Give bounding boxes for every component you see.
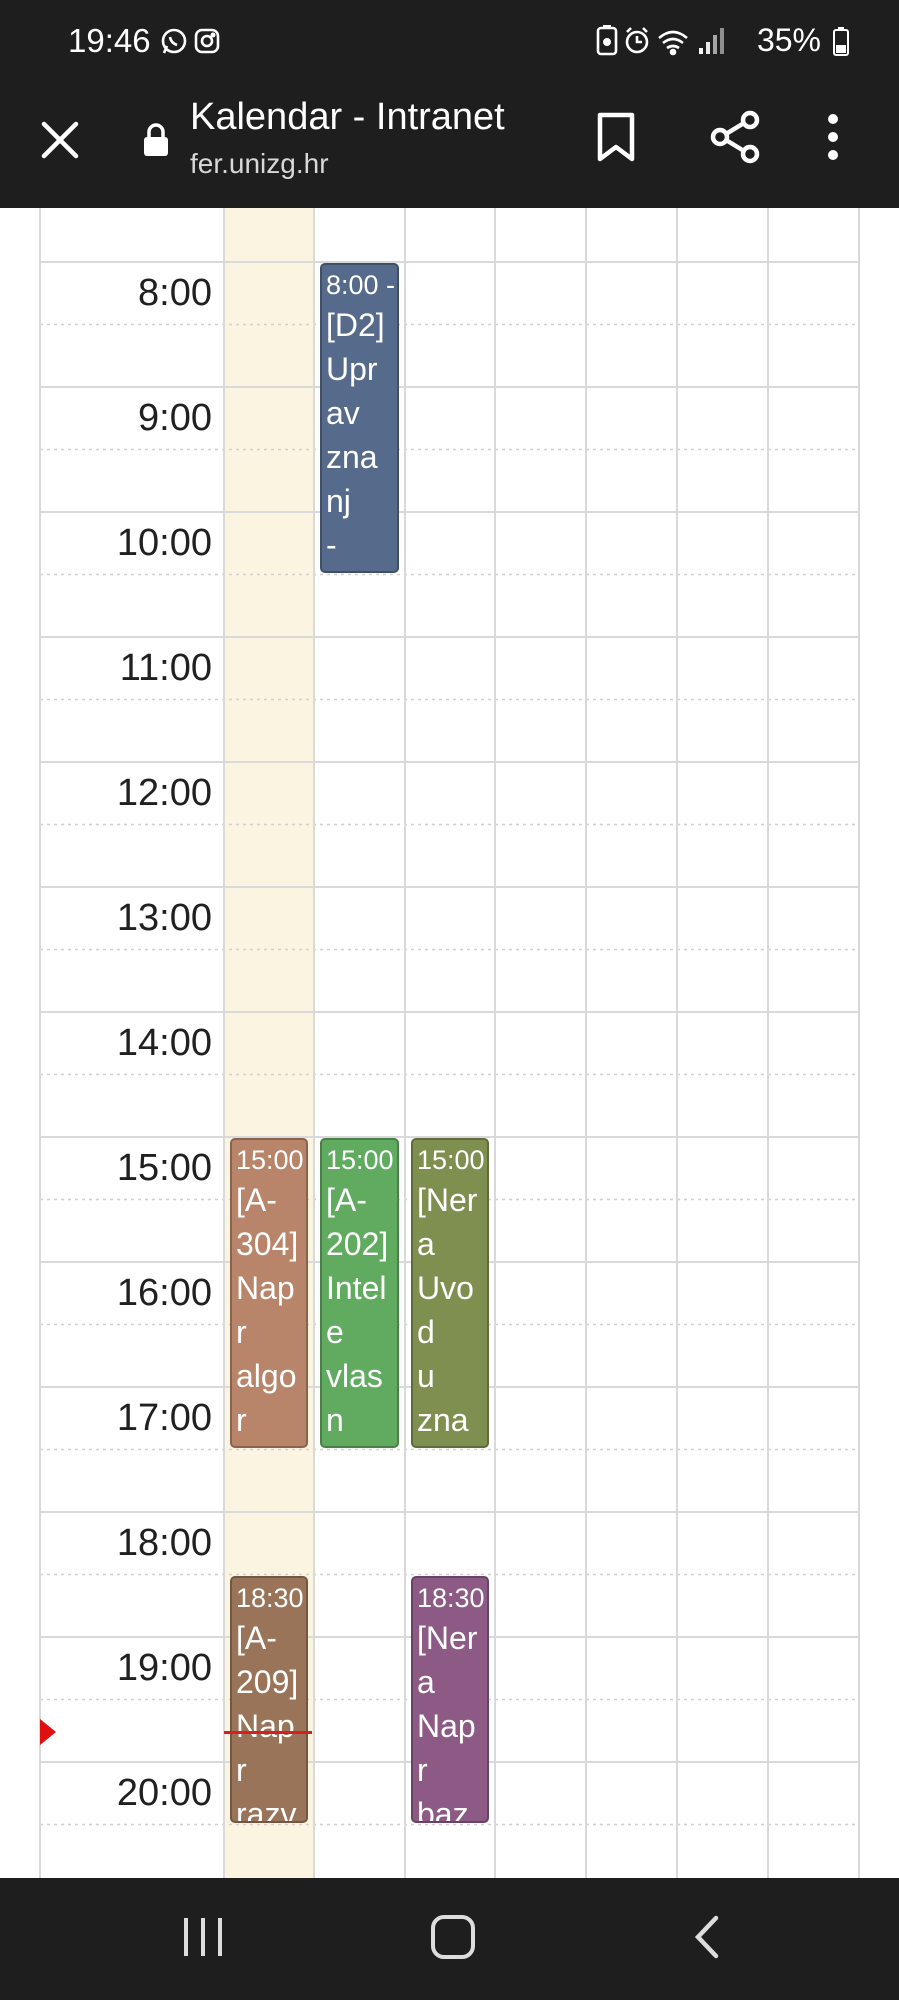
calendar-event[interactable]: 15:00 [A- 304] Napr algor i struk <box>230 1138 308 1448</box>
hour-label: 20:00 <box>116 1772 212 1814</box>
status-time: 19:46 <box>68 22 151 59</box>
current-time-marker <box>40 1719 56 1745</box>
more-vert-icon <box>828 114 838 160</box>
signal-icon <box>698 27 724 54</box>
hour-label: 9:00 <box>138 397 212 439</box>
whatsapp-icon <box>161 28 187 54</box>
event-title: [Nera Napr baze poda - <box>417 1619 478 1823</box>
event-time: 18:30 <box>236 1582 304 1613</box>
hour-label: 8:00 <box>138 272 212 314</box>
battery-percent: 35% <box>756 22 821 58</box>
page-url[interactable]: fer.unizg.hr <box>190 148 329 180</box>
hour-label: 16:00 <box>116 1272 212 1314</box>
hour-label: 13:00 <box>116 897 212 939</box>
event-title: [A- 209] Napr razvo prog <box>236 1619 299 1823</box>
event-time: 18:30 <box>417 1582 485 1613</box>
wifi-icon <box>658 30 688 55</box>
hour-label: 14:00 <box>116 1022 212 1064</box>
lock-icon <box>142 122 170 163</box>
recycle-battery-icon <box>596 24 618 55</box>
notification-icons <box>160 26 232 61</box>
calendar-week-view[interactable]: 8:00 9:00 10:00 11:00 12:00 13:00 14:00 15:00 16… <box>0 208 899 1878</box>
recent-apps-button[interactable] <box>180 1914 226 1965</box>
status-right: 35% <box>595 22 849 59</box>
event-time: 15:00 <box>326 1145 394 1175</box>
calendar-event[interactable]: 15:00 [Nera Uvod u znan o poda <box>411 1138 489 1448</box>
home-icon <box>431 1915 475 1959</box>
back-icon <box>694 1915 719 1959</box>
calendar-event[interactable]: 18:30 [A- 209] Napr razvo prog <box>230 1575 308 1823</box>
recent-apps-icon <box>184 1918 222 1956</box>
calendar-event[interactable]: 15:00 [A- 202] Intele vlasn u indus <box>320 1138 399 1448</box>
event-title: [A- 304] Napr algor i struk <box>236 1182 299 1438</box>
bookmark-button[interactable] <box>594 110 638 164</box>
event-title: [Nera Uvod u znan o poda <box>417 1182 478 1438</box>
hour-label: 15:00 <box>116 1147 212 1189</box>
hour-label: 10:00 <box>116 522 212 564</box>
current-time-line <box>224 1731 312 1734</box>
navigation-bar <box>0 1878 899 2000</box>
alarm-icon <box>625 26 649 53</box>
battery-icon <box>833 26 849 56</box>
browser-toolbar: Kalendar - Intranet fer.unizg.hr <box>0 84 899 208</box>
hour-label: 11:00 <box>119 647 212 689</box>
more-options-button[interactable] <box>818 110 848 164</box>
back-button[interactable] <box>690 1914 726 1965</box>
home-button[interactable] <box>430 1914 476 1965</box>
event-time: 8:00 - <box>326 270 396 300</box>
hour-label: 18:00 <box>116 1522 212 1564</box>
share-icon <box>710 110 760 164</box>
calendar-event[interactable]: 18:30 [Nera Napr baze poda - <box>411 1575 489 1823</box>
event-time: 15:00 <box>236 1145 304 1175</box>
calendar-event[interactable]: 8:00 - [D2] Uprav znanj - Među (D2) <box>320 263 399 573</box>
event-title: [D2] Uprav znanj - Među (D2) <box>326 307 385 563</box>
share-button[interactable] <box>708 110 762 164</box>
status-bar: 19:46 35% <box>0 0 899 84</box>
hour-label: 19:00 <box>116 1647 212 1689</box>
event-title: [A- 202] Intele vlasn u indus <box>326 1182 389 1438</box>
system-status-icons <box>596 24 724 55</box>
bookmark-icon <box>597 112 635 162</box>
page-title[interactable]: Kalendar - Intranet <box>190 96 505 139</box>
instagram-icon <box>194 28 220 54</box>
close-icon <box>41 121 79 159</box>
event-time: 15:00 <box>417 1145 485 1175</box>
close-tab-button[interactable] <box>36 116 84 164</box>
hour-label: 17:00 <box>116 1397 212 1439</box>
hour-label: 12:00 <box>116 772 212 814</box>
